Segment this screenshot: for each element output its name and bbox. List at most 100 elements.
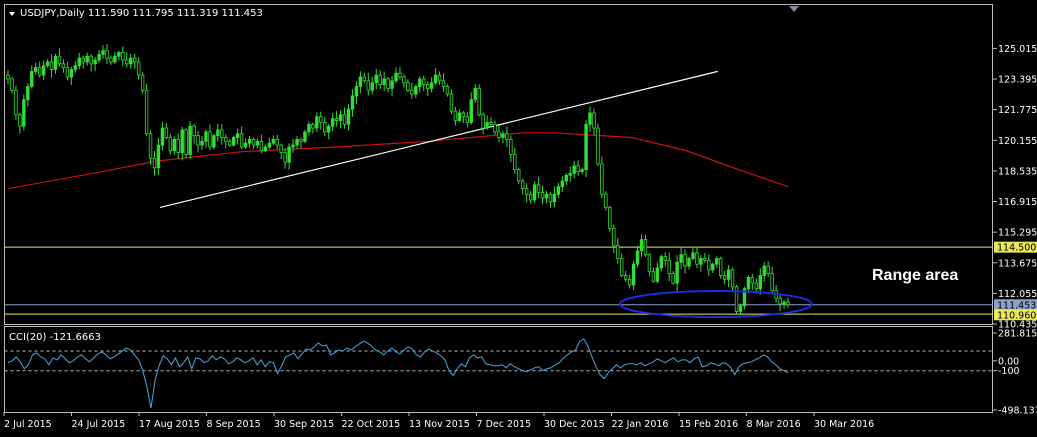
candle-body — [148, 133, 153, 159]
candle-body — [576, 165, 580, 172]
candle-body — [489, 122, 493, 125]
candle-body — [164, 127, 169, 138]
candle-body — [30, 70, 34, 87]
candle-body — [469, 99, 473, 123]
candle-body — [651, 271, 656, 282]
candle — [14, 85, 18, 120]
candle-body — [505, 133, 509, 140]
candle-body — [247, 139, 252, 144]
candle-body — [6, 74, 10, 80]
candle-body — [283, 152, 287, 163]
candle — [212, 133, 216, 150]
candle-body — [643, 239, 648, 256]
candle-body — [267, 142, 272, 148]
candle — [718, 256, 723, 279]
candle-body — [631, 263, 636, 286]
candle-body — [231, 137, 236, 146]
candle-body — [239, 133, 244, 148]
candle — [604, 191, 608, 211]
candle-body — [41, 65, 46, 76]
candle-body — [528, 193, 533, 201]
candle-body — [334, 118, 339, 121]
candle-body — [73, 65, 78, 70]
candle — [22, 94, 26, 131]
candle-body — [311, 123, 315, 129]
date-tick-label: 30 Mar 2016 — [814, 419, 874, 430]
candle — [596, 123, 600, 167]
date-tick-label: 22 Oct 2015 — [342, 419, 401, 430]
candle-body — [10, 78, 14, 91]
date-tick-label: 7 Dec 2015 — [477, 419, 532, 430]
candle-body — [604, 193, 608, 208]
candle-body — [140, 74, 145, 91]
price-tick-label: 118.535 — [998, 166, 1037, 177]
candle-body — [588, 112, 592, 125]
candle-body — [524, 188, 529, 195]
candle-body — [481, 114, 485, 129]
candle-body — [616, 244, 620, 259]
candle-body — [224, 137, 228, 142]
candle-body — [235, 133, 240, 138]
candle-body — [172, 139, 176, 152]
candle-body — [121, 52, 125, 61]
candle — [140, 71, 145, 94]
candle-body — [718, 258, 723, 276]
candle-body — [77, 57, 81, 67]
candle-body — [687, 258, 691, 267]
candle-body — [425, 84, 430, 89]
candle-body — [655, 267, 660, 282]
candle-body — [414, 86, 418, 95]
candle-body — [251, 139, 256, 146]
candle-body — [382, 78, 386, 85]
candle-body — [370, 82, 374, 91]
candle-body — [623, 275, 628, 280]
candle-body — [243, 142, 248, 148]
candle-body — [18, 114, 22, 127]
symbol-info: USDJPY,Daily 111.590 111.795 111.319 111… — [20, 8, 263, 19]
candle — [477, 84, 481, 117]
candle — [188, 120, 192, 159]
candle-body — [307, 123, 311, 133]
candle-body — [449, 93, 454, 112]
candle-body — [477, 87, 481, 116]
candle-body — [691, 252, 695, 259]
candle — [742, 286, 747, 310]
candle-body — [770, 273, 774, 292]
candle-body — [437, 74, 442, 82]
candle-body — [501, 133, 505, 138]
candle-body — [374, 74, 378, 84]
candle-body — [552, 193, 557, 203]
price-tick-label: 123.395 — [998, 75, 1037, 86]
candle-body — [291, 144, 295, 148]
price-tick-label: 121.775 — [998, 105, 1037, 116]
candle-body — [228, 140, 232, 146]
candle-body — [315, 116, 319, 129]
candle — [184, 128, 188, 159]
candle-body — [786, 301, 790, 306]
level-label-110960: 110.960 — [997, 310, 1036, 321]
candle-body — [461, 112, 466, 118]
candle-body — [485, 122, 489, 129]
date-tick-label: 30 Dec 2015 — [544, 419, 605, 430]
candle-body — [568, 173, 572, 176]
candle-body — [536, 184, 541, 193]
candle-body — [433, 74, 438, 84]
candle-body — [473, 87, 477, 101]
candle-body — [69, 69, 74, 78]
candle-body — [255, 140, 260, 146]
candle-body — [81, 57, 85, 63]
candle-body — [556, 186, 561, 195]
candle-body — [540, 191, 545, 199]
candle-body — [366, 80, 371, 91]
candle-body — [572, 165, 576, 174]
date-tick-label: 15 Feb 2016 — [679, 419, 738, 430]
candle-body — [327, 125, 331, 133]
candle-body — [295, 139, 299, 146]
candle-body — [263, 146, 268, 152]
candle-body — [136, 61, 141, 76]
candle-body — [675, 261, 679, 284]
candle-body — [750, 277, 755, 284]
date-tick-label: 8 Sep 2015 — [207, 419, 261, 430]
candle-body — [544, 193, 549, 199]
candle — [231, 135, 236, 147]
